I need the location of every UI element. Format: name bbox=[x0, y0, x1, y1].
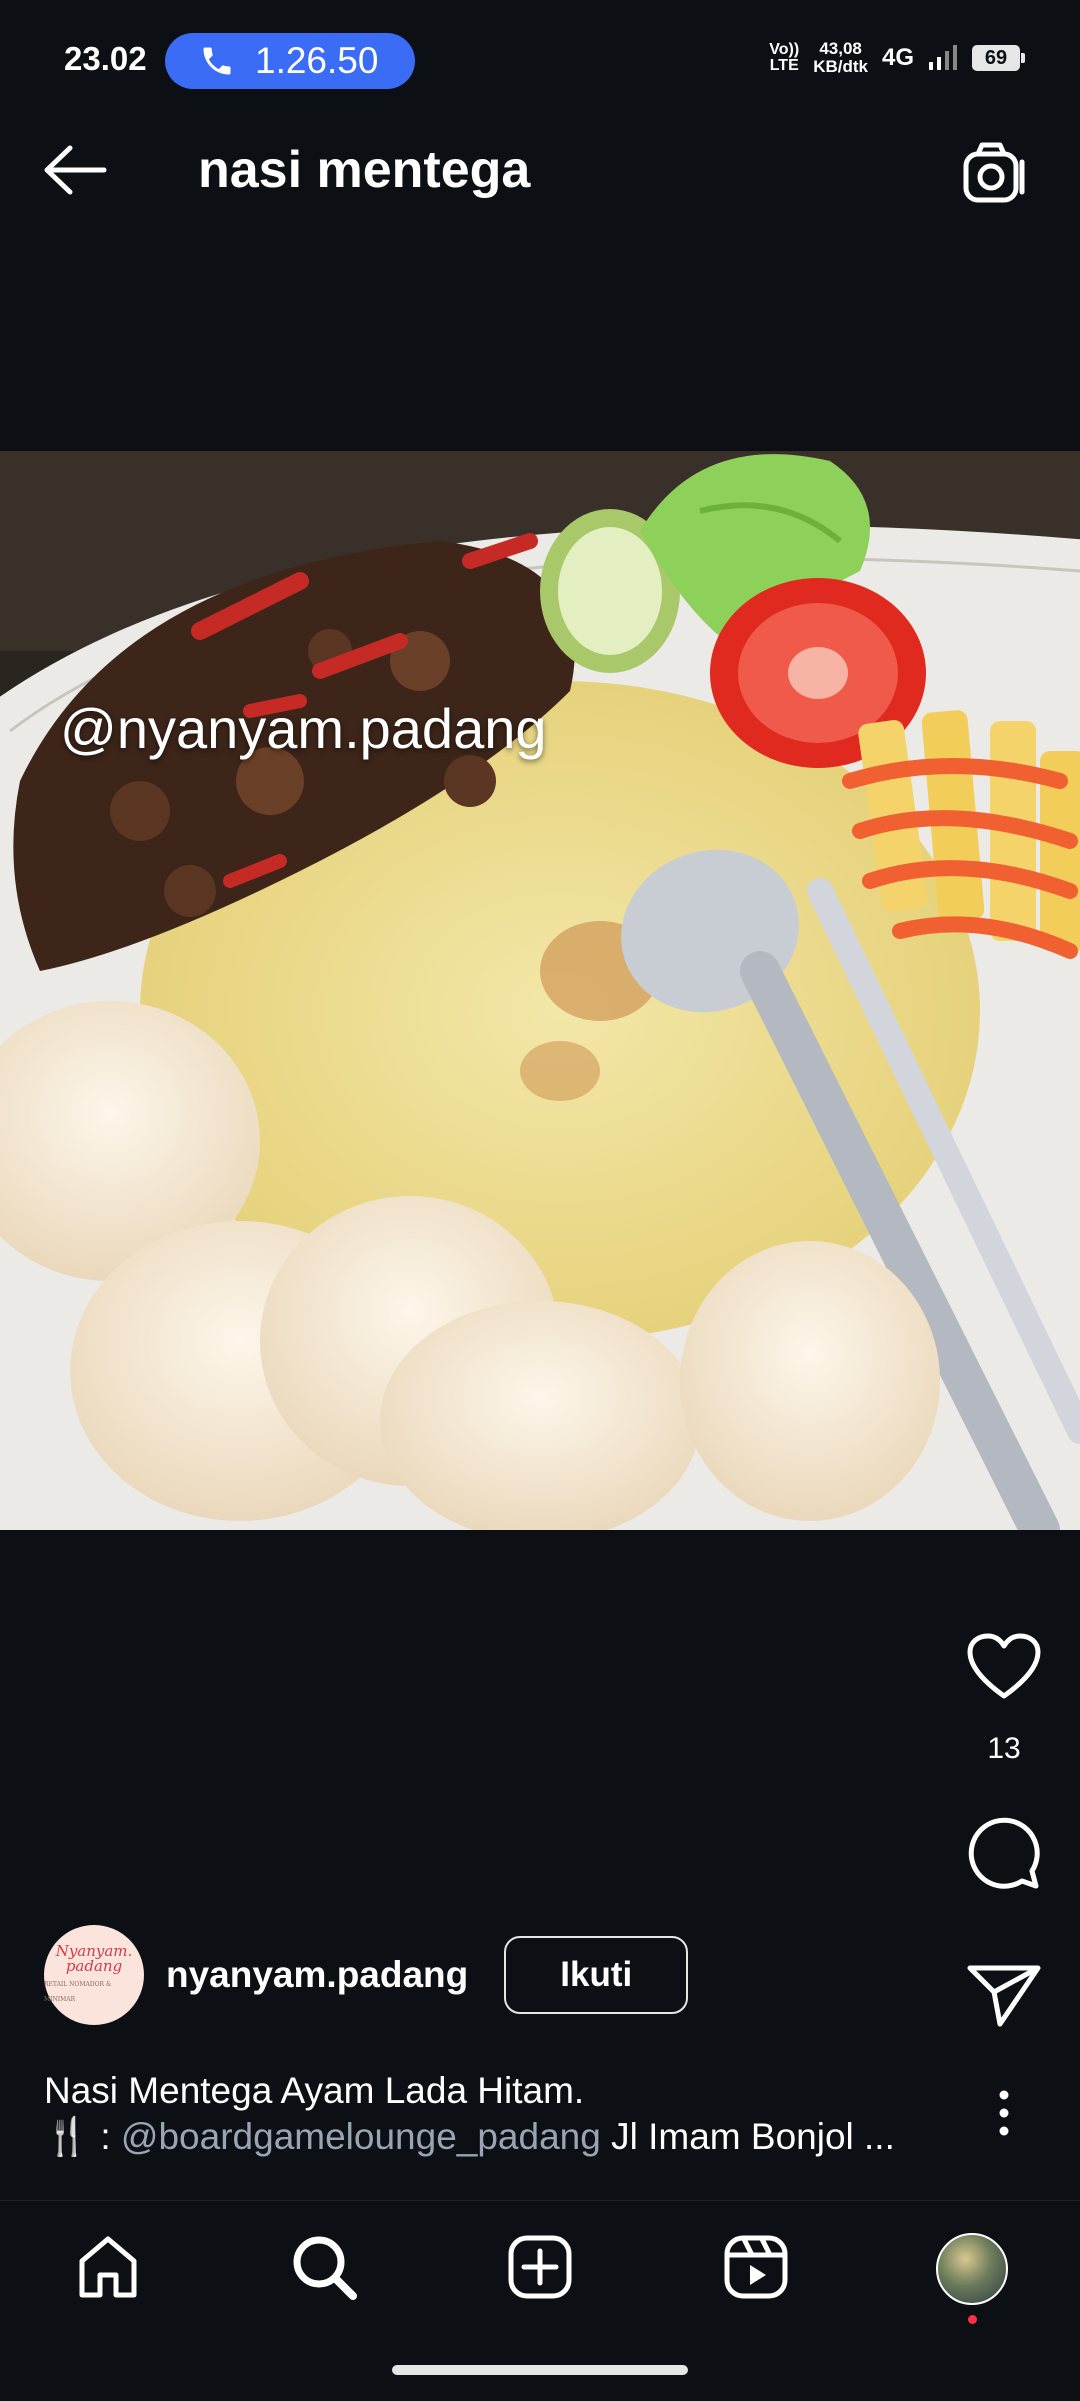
heart-icon bbox=[967, 1633, 1041, 1699]
send-icon bbox=[967, 1965, 1041, 2027]
status-bar: 23.02 1.26.50 Vo)) LTE 43,08 KB/dtk 4G 6… bbox=[0, 0, 1080, 92]
network-speed: 43,08 KB/dtk bbox=[813, 39, 868, 76]
caption-text: Jl Imam Bonjol ... bbox=[600, 2116, 895, 2157]
caption-mention-link[interactable]: @boardgamelounge_padang bbox=[121, 2116, 601, 2157]
author-username[interactable]: nyanyam.padang bbox=[166, 1954, 468, 1996]
follow-button[interactable]: Ikuti bbox=[504, 1936, 689, 2014]
battery-indicator: 69 bbox=[972, 45, 1025, 71]
page-title: nasi mentega bbox=[198, 141, 531, 199]
like-count[interactable]: 13 bbox=[966, 1732, 1042, 1766]
like-button[interactable] bbox=[966, 1632, 1042, 1702]
back-arrow-icon[interactable] bbox=[42, 145, 108, 195]
share-button[interactable] bbox=[966, 1962, 1042, 2028]
caption-line-2: 🍴 : @boardgamelounge_padang Jl Imam Bonj… bbox=[44, 2114, 944, 2160]
gesture-home-indicator[interactable] bbox=[392, 2365, 688, 2375]
author-avatar[interactable]: Nyanyam. padang RETAIL NOMADOR & MINIMAR bbox=[44, 1925, 144, 2025]
post-image[interactable]: @nyanyam.padang bbox=[0, 451, 1080, 1530]
camera-icon[interactable] bbox=[962, 140, 1028, 206]
comment-icon bbox=[968, 1817, 1040, 1889]
call-timer: 1.26.50 bbox=[255, 40, 379, 81]
nav-search[interactable] bbox=[288, 2231, 360, 2303]
nav-reels[interactable] bbox=[720, 2231, 792, 2303]
food-plate-illustration bbox=[0, 451, 1080, 1530]
caption-line-1: Nasi Mentega Ayam Lada Hitam. bbox=[44, 2070, 585, 2111]
post-author-row: Nyanyam. padang RETAIL NOMADOR & MINIMAR… bbox=[44, 1925, 689, 2025]
status-time: 23.02 bbox=[64, 40, 147, 77]
image-watermark: @nyanyam.padang bbox=[60, 697, 547, 760]
home-icon bbox=[79, 2236, 137, 2298]
reels-icon bbox=[724, 2235, 788, 2299]
caption-prefix: 🍴 : bbox=[44, 2116, 121, 2157]
nav-profile-avatar[interactable] bbox=[936, 2233, 1008, 2305]
more-options-button[interactable] bbox=[966, 2090, 1042, 2136]
phone-icon bbox=[203, 47, 231, 75]
signal-icon bbox=[929, 45, 957, 70]
status-indicators: Vo)) LTE 43,08 KB/dtk 4G 69 bbox=[769, 39, 1025, 76]
nav-home[interactable] bbox=[72, 2231, 144, 2303]
volte-indicator: Vo)) LTE bbox=[769, 41, 800, 74]
post-caption[interactable]: Nasi Mentega Ayam Lada Hitam. 🍴 : @board… bbox=[44, 2068, 944, 2160]
top-app-bar: nasi mentega bbox=[0, 100, 1080, 240]
ongoing-call-pill[interactable]: 1.26.50 bbox=[165, 33, 415, 89]
notification-dot bbox=[968, 2315, 977, 2324]
more-vertical-icon bbox=[999, 2090, 1009, 2136]
network-type: 4G bbox=[881, 44, 914, 71]
search-icon bbox=[293, 2236, 357, 2300]
nav-create[interactable] bbox=[504, 2231, 576, 2303]
comment-button[interactable] bbox=[966, 1815, 1042, 1891]
add-post-icon bbox=[508, 2235, 572, 2299]
